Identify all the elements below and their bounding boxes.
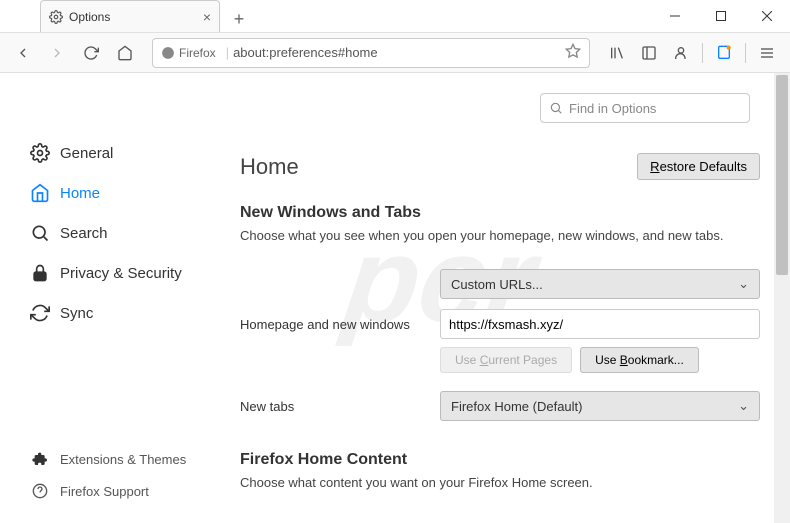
- sidebar-item-label: Privacy & Security: [60, 265, 182, 282]
- sidebar-item-support[interactable]: Firefox Support: [30, 475, 186, 507]
- use-current-pages-button[interactable]: Use Current Pages: [440, 347, 572, 373]
- sidebar-item-label: General: [60, 145, 113, 162]
- search-placeholder: Find in Options: [569, 101, 656, 116]
- puzzle-icon: [30, 449, 50, 469]
- sidebar: General Home Search Privacy & Security S…: [0, 73, 220, 523]
- sidebar-item-label: Firefox Support: [60, 484, 149, 499]
- maximize-button[interactable]: [698, 0, 744, 32]
- titlebar: Options × +: [0, 0, 790, 33]
- homepage-url-input[interactable]: [440, 309, 760, 339]
- sidebar-item-label: Sync: [60, 305, 93, 322]
- content: General Home Search Privacy & Security S…: [0, 73, 790, 523]
- sidebar-footer: Extensions & Themes Firefox Support: [30, 443, 186, 507]
- identity-label: Firefox: [179, 46, 216, 60]
- question-icon: [30, 481, 50, 501]
- gear-icon: [30, 143, 50, 163]
- search-icon: [30, 223, 50, 243]
- new-tab-button[interactable]: +: [226, 6, 252, 32]
- sidebar-item-label: Search: [60, 225, 108, 242]
- sidebar-item-label: Extensions & Themes: [60, 452, 186, 467]
- restore-label: estore Defaults: [660, 159, 747, 174]
- tab-strip: Options × +: [0, 0, 252, 32]
- reload-button[interactable]: [76, 38, 106, 68]
- select-value: Firefox Home (Default): [451, 399, 582, 414]
- newtabs-select[interactable]: Firefox Home (Default) ⌄: [440, 391, 760, 421]
- separator: [745, 43, 746, 63]
- bookmark-star-icon[interactable]: [565, 43, 581, 62]
- search-input[interactable]: Find in Options: [540, 93, 750, 123]
- section-new-windows-desc: Choose what you see when you open your h…: [240, 228, 760, 243]
- identity-box[interactable]: Firefox: [161, 46, 216, 60]
- window-controls: [652, 0, 790, 32]
- minimize-button[interactable]: [652, 0, 698, 32]
- sidebar-button[interactable]: [634, 38, 664, 68]
- search-icon: [549, 101, 563, 115]
- navbar: Firefox | about:preferences#home: [0, 33, 790, 73]
- sidebar-item-extensions[interactable]: Extensions & Themes: [30, 443, 186, 475]
- menu-button[interactable]: [752, 38, 782, 68]
- sidebar-item-home[interactable]: Home: [30, 173, 220, 213]
- chevron-down-icon: ⌄: [738, 398, 749, 414]
- main: Find in Options Home Restore Defaults Ne…: [220, 73, 790, 523]
- sidebar-item-search[interactable]: Search: [30, 213, 220, 253]
- sidebar-item-privacy[interactable]: Privacy & Security: [30, 253, 220, 293]
- home-icon: [30, 183, 50, 203]
- firefox-icon: [161, 46, 175, 60]
- select-value: Custom URLs...: [451, 277, 543, 292]
- close-window-button[interactable]: [744, 0, 790, 32]
- tab-title: Options: [69, 10, 110, 24]
- forward-button[interactable]: [42, 38, 72, 68]
- use-bookmark-button[interactable]: Use Bookmark...: [580, 347, 699, 373]
- back-button[interactable]: [8, 38, 38, 68]
- library-button[interactable]: [602, 38, 632, 68]
- url-text: about:preferences#home: [233, 45, 378, 60]
- sidebar-item-general[interactable]: General: [30, 133, 220, 173]
- page-title: Home: [240, 154, 299, 180]
- close-icon[interactable]: ×: [203, 9, 211, 25]
- whats-new-button[interactable]: [709, 38, 739, 68]
- scrollbar-thumb[interactable]: [776, 75, 788, 275]
- section-new-windows-heading: New Windows and Tabs: [240, 204, 760, 222]
- homepage-select[interactable]: Custom URLs... ⌄: [440, 269, 760, 299]
- separator: |: [226, 45, 229, 60]
- home-button[interactable]: [110, 38, 140, 68]
- sidebar-item-sync[interactable]: Sync: [30, 293, 220, 333]
- sync-icon: [30, 303, 50, 323]
- scrollbar[interactable]: [774, 73, 790, 523]
- label-new-tabs: New tabs: [240, 399, 440, 414]
- tab-options[interactable]: Options ×: [40, 0, 220, 32]
- separator: [702, 43, 703, 63]
- section-home-content-heading: Firefox Home Content: [240, 451, 760, 469]
- lock-icon: [30, 263, 50, 283]
- url-bar[interactable]: Firefox | about:preferences#home: [152, 38, 590, 68]
- chevron-down-icon: ⌄: [738, 276, 749, 292]
- section-home-content-desc: Choose what content you want on your Fir…: [240, 475, 760, 490]
- gear-icon: [49, 10, 63, 24]
- sidebar-item-label: Home: [60, 185, 100, 202]
- restore-defaults-button[interactable]: Restore Defaults: [637, 153, 760, 180]
- account-button[interactable]: [666, 38, 696, 68]
- label-homepage: Homepage and new windows: [240, 317, 440, 332]
